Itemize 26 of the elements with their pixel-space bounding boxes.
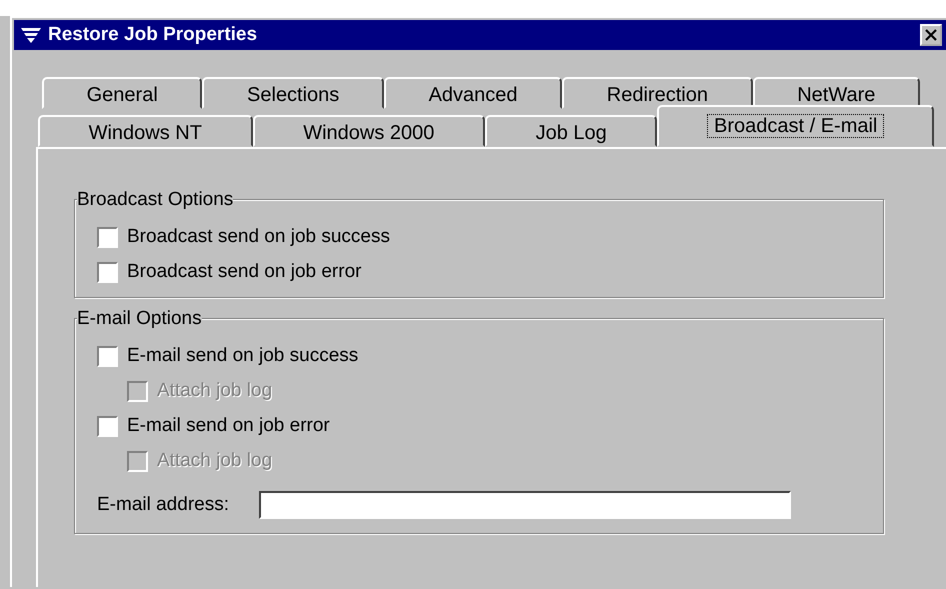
checkbox[interactable] [97, 226, 118, 248]
close-button[interactable] [920, 24, 942, 46]
group-title: Broadcast Options [77, 190, 234, 210]
checkbox-label: Attach job log [157, 450, 272, 472]
close-icon [925, 29, 937, 41]
checkbox[interactable] [97, 262, 118, 282]
checkbox[interactable] [97, 416, 118, 436]
tab[interactable]: Selections [202, 77, 384, 109]
checkbox-label: E-mail send on job success [127, 345, 358, 367]
group-title: E-mail Options [77, 309, 202, 329]
checkbox-label: Attach job log [157, 380, 272, 402]
field-label: E-mail address: [97, 494, 229, 516]
tab[interactable]: Job Log [484, 115, 658, 147]
tab[interactable]: Redirection [562, 77, 753, 109]
tab[interactable]: Advanced [384, 77, 562, 109]
checkbox-label: Broadcast send on job success [127, 226, 390, 248]
checkbox-label: E-mail send on job error [127, 415, 330, 437]
tab[interactable]: Windows NT [38, 115, 253, 147]
tab[interactable]: Broadcast / E-mail [657, 105, 934, 147]
checkbox[interactable] [97, 346, 118, 366]
tab[interactable]: Windows 2000 [252, 115, 485, 147]
checkbox-label: Broadcast send on job error [127, 261, 362, 283]
funnel-icon [20, 26, 42, 44]
input-field[interactable] [259, 491, 791, 519]
window-title: Restore Job Properties [48, 24, 258, 46]
tab[interactable]: General [42, 77, 202, 109]
